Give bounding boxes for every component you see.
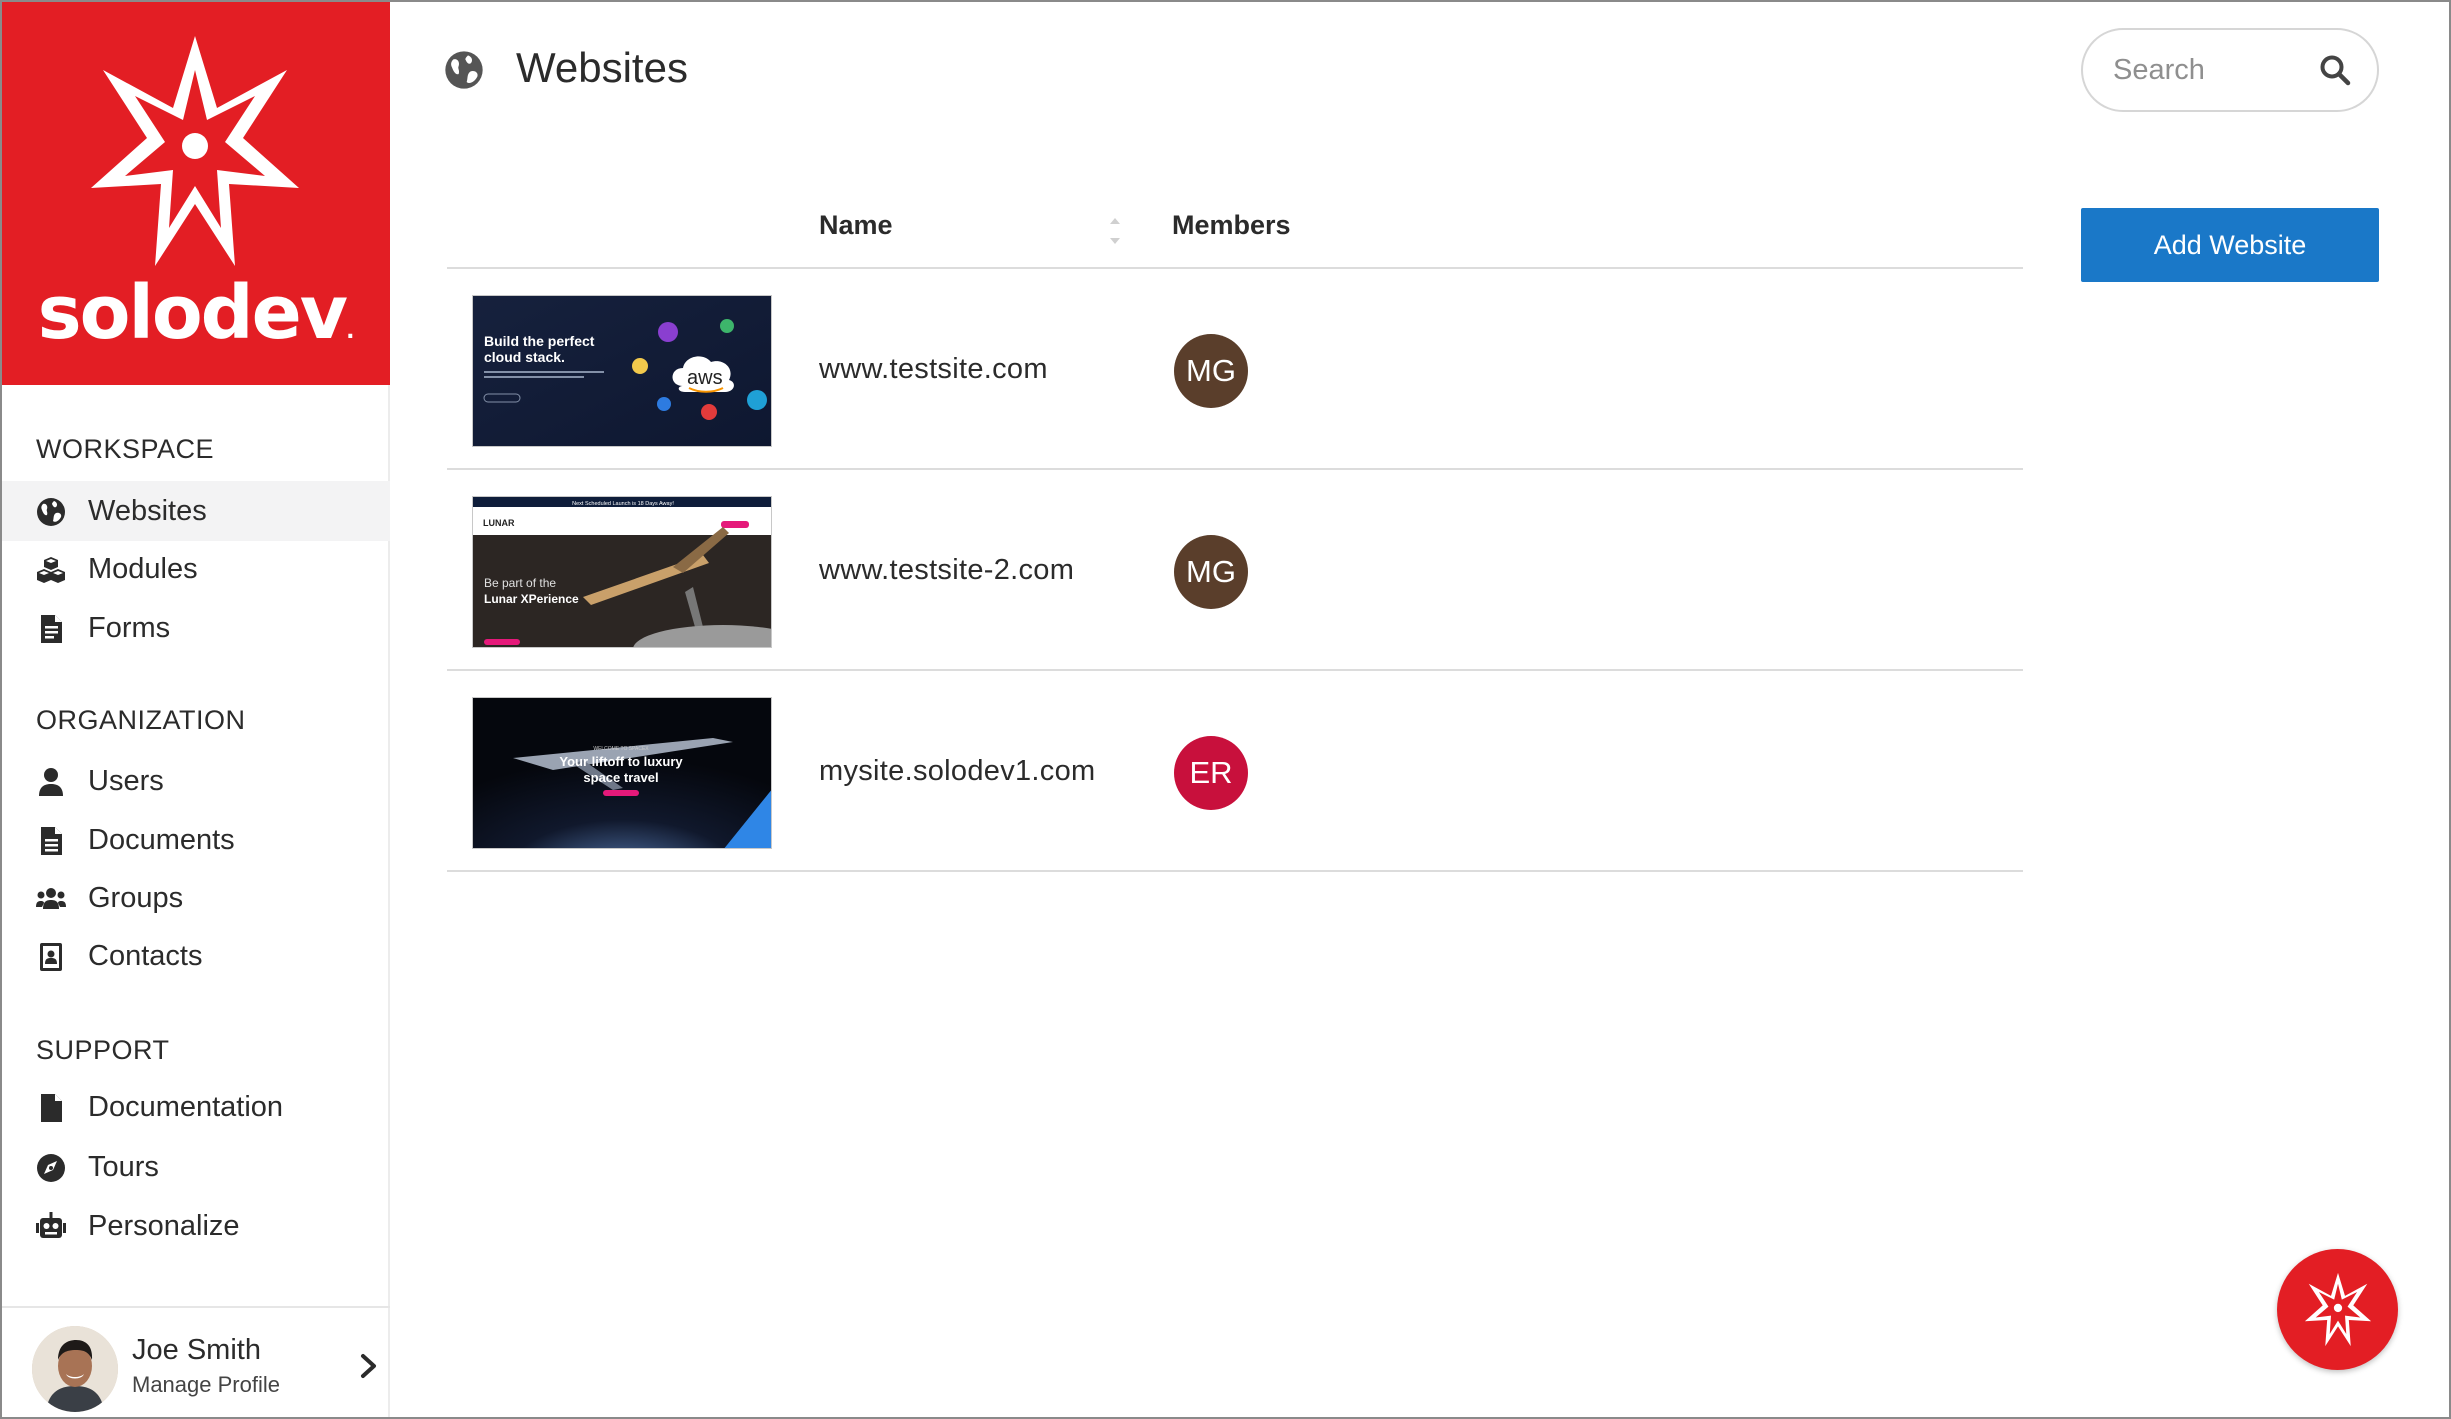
thumb-headline: space travel	[583, 770, 658, 785]
thumb-headline: Build the perfect	[484, 333, 595, 349]
section-title-support: SUPPORT	[36, 1035, 170, 1065]
sidebar: solodev. WORKSPACE Websites Modules Form…	[2, 2, 390, 1417]
website-thumbnail[interactable]: WELCOME TO SPACEX Your liftoff to luxury…	[472, 697, 772, 849]
robot-icon	[36, 1212, 66, 1238]
thumb-headline: Lunar XPerience	[484, 592, 579, 606]
table-row[interactable]: Next Scheduled Launch is 18 Days Away! L…	[447, 470, 2023, 671]
sidebar-item-label: Websites	[88, 494, 207, 527]
sort-icon[interactable]	[1107, 212, 1123, 250]
brand-wordmark: solodev.	[37, 270, 355, 356]
sidebar-item-documentation[interactable]: Documentation	[2, 1077, 390, 1137]
sidebar-item-label: Users	[88, 764, 164, 797]
avatar	[32, 1326, 118, 1412]
users-group-icon	[36, 888, 66, 909]
sidebar-item-label: Tours	[88, 1150, 159, 1183]
compass-icon	[37, 1154, 65, 1182]
profile-name: Joe Smith	[132, 1334, 261, 1366]
solodev-star-icon	[91, 36, 299, 266]
column-header-name[interactable]: Name	[819, 210, 893, 241]
sidebar-item-label: Groups	[88, 881, 184, 914]
thumb-headline: Your liftoff to luxury	[559, 754, 683, 769]
document-icon	[41, 827, 62, 855]
search-input[interactable]	[2113, 50, 2313, 90]
sidebar-item-label: Contacts	[88, 939, 203, 972]
sidebar-item-groups[interactable]: Groups	[2, 868, 390, 928]
file-icon	[41, 1094, 62, 1122]
website-thumbnail[interactable]: Next Scheduled Launch is 18 Days Away! L…	[472, 496, 772, 648]
thumb-topbar: Next Scheduled Launch is 18 Days Away!	[572, 501, 674, 507]
user-icon	[39, 768, 63, 796]
sidebar-item-label: Personalize	[88, 1209, 240, 1242]
contact-card-icon	[40, 943, 62, 971]
sidebar-item-tours[interactable]: Tours	[2, 1137, 390, 1197]
member-avatar[interactable]: MG	[1174, 334, 1248, 408]
add-website-button[interactable]: Add Website	[2081, 208, 2379, 282]
form-doc-icon	[41, 615, 62, 643]
thumb-badge: aws	[687, 367, 723, 389]
globe-icon	[445, 51, 483, 89]
sidebar-item-label: Forms	[88, 611, 171, 644]
column-header-members: Members	[1172, 210, 1291, 240]
thumb-logo: LUNAR	[483, 518, 515, 528]
cubes-icon	[37, 557, 65, 583]
sidebar-item-label: Documents	[88, 823, 235, 856]
chevron-right-icon[interactable]	[358, 1352, 380, 1380]
manage-profile-link[interactable]: Manage Profile	[132, 1372, 280, 1398]
thumb-headline: cloud stack.	[484, 349, 565, 365]
website-thumbnail[interactable]: Build the perfect cloud stack. aws	[472, 295, 772, 447]
table-row[interactable]: WELCOME TO SPACEX Your liftoff to luxury…	[447, 671, 2023, 872]
sidebar-item-users[interactable]: Users	[2, 751, 390, 811]
sidebar-item-forms[interactable]: Forms	[2, 598, 390, 658]
globe-icon	[37, 498, 65, 526]
website-name[interactable]: www.testsite.com	[819, 353, 1048, 386]
solodev-help-button[interactable]	[2277, 1249, 2398, 1370]
website-name[interactable]: mysite.solodev1.com	[819, 755, 1095, 788]
search-box	[2081, 28, 2379, 112]
sidebar-item-documents[interactable]: Documents	[2, 810, 390, 870]
table-row[interactable]: Build the perfect cloud stack. aws www.t…	[447, 269, 2023, 470]
page-title: Websites	[516, 44, 688, 91]
section-title-organization: ORGANIZATION	[36, 705, 246, 735]
profile-footer[interactable]: Joe Smith Manage Profile	[2, 1306, 390, 1417]
brand-logo[interactable]: solodev.	[2, 2, 390, 385]
sidebar-item-personalize[interactable]: Personalize	[2, 1196, 390, 1256]
solodev-star-icon	[2304, 1272, 2372, 1347]
member-avatar[interactable]: ER	[1174, 736, 1248, 810]
thumb-kicker: WELCOME TO SPACEX	[593, 746, 649, 752]
sidebar-item-modules[interactable]: Modules	[2, 539, 390, 599]
member-avatar[interactable]: MG	[1174, 535, 1248, 609]
thumb-line: Be part of the	[484, 576, 556, 590]
sidebar-item-label: Documentation	[88, 1090, 284, 1123]
website-name[interactable]: www.testsite-2.com	[819, 554, 1074, 587]
sidebar-item-label: Modules	[88, 552, 198, 585]
search-icon[interactable]	[2319, 54, 2351, 86]
sidebar-item-contacts[interactable]: Contacts	[2, 926, 390, 986]
sidebar-item-websites[interactable]: Websites	[2, 481, 390, 541]
section-title-workspace: WORKSPACE	[36, 434, 215, 464]
